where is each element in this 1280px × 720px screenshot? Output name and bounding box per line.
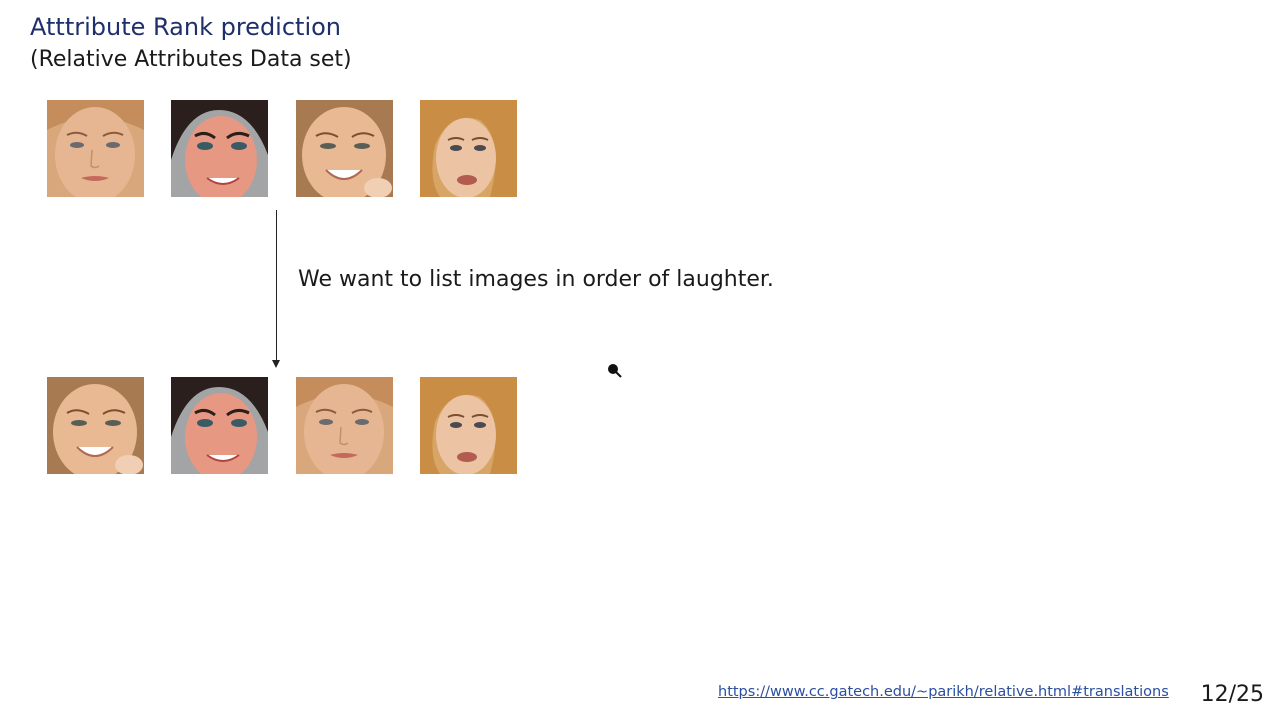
down-arrow-head-icon (272, 360, 280, 368)
face-image-a-top (47, 100, 144, 197)
down-arrow-icon (276, 210, 277, 362)
face-image-d-bottom (420, 377, 517, 474)
face-image-b-bottom (171, 377, 268, 474)
source-link[interactable]: https://www.cc.gatech.edu/~parikh/relati… (718, 682, 1169, 702)
slide-subtitle: (Relative Attributes Data set) (30, 47, 352, 72)
page-number: 12/25 (1200, 682, 1264, 707)
slide-caption: We want to list images in order of laugh… (298, 267, 774, 292)
face-image-b-top (171, 100, 268, 197)
slide-title: Atttribute Rank prediction (30, 13, 342, 41)
slide: Atttribute Rank prediction (Relative Att… (0, 0, 1280, 720)
face-image-c-top (296, 100, 393, 197)
face-image-c-bottom (47, 377, 144, 474)
pointer-cursor-icon (606, 362, 624, 380)
face-image-a-bottom (296, 377, 393, 474)
face-image-d-top (420, 100, 517, 197)
